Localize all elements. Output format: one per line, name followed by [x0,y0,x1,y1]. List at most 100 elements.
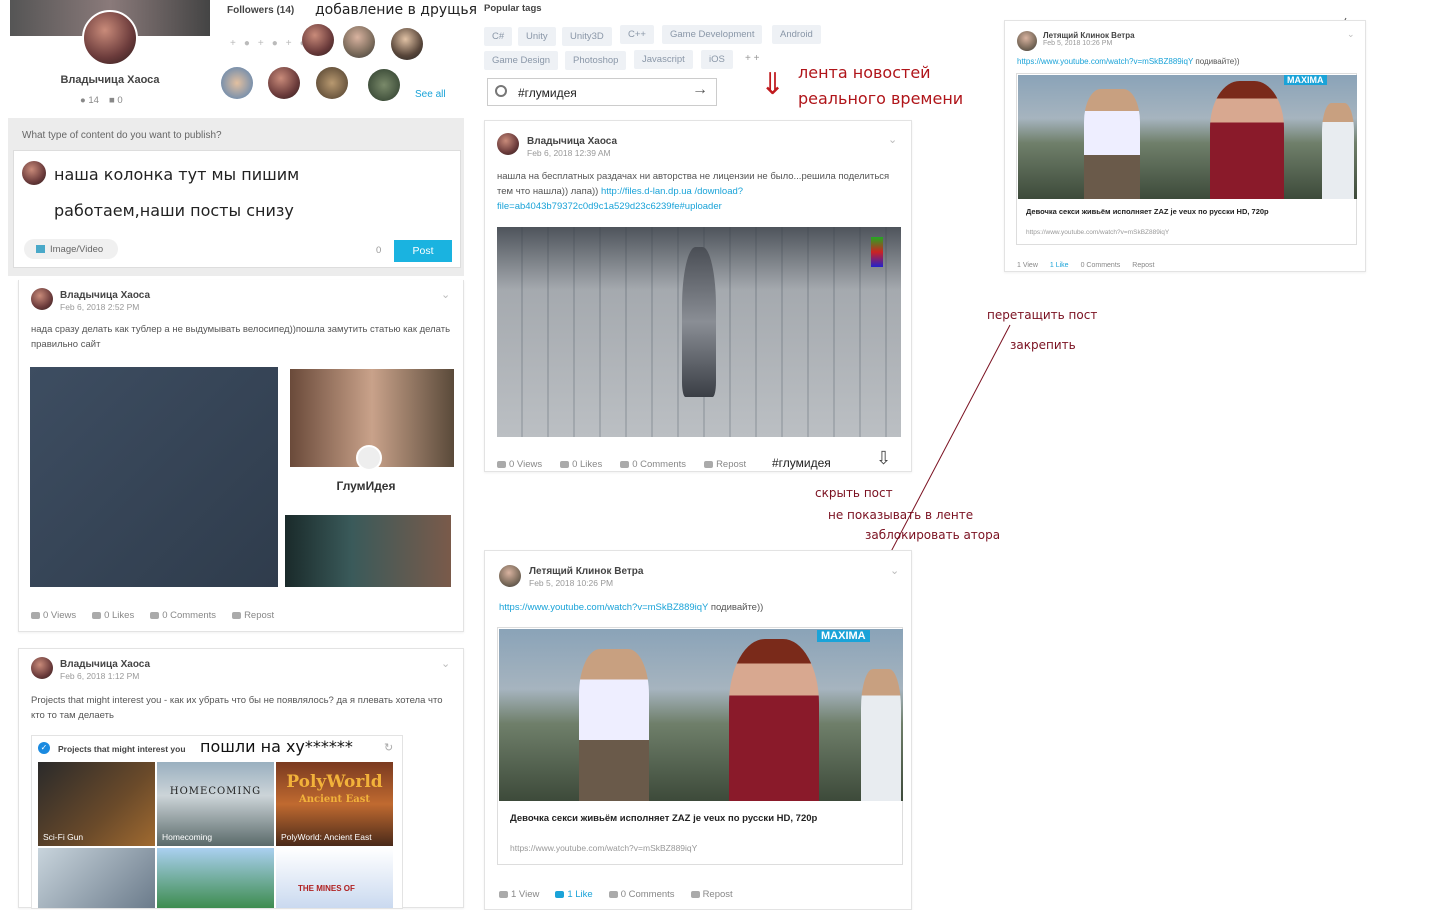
likes-stat[interactable]: 0 Likes [92,610,134,621]
screenshot-avatar [356,445,382,471]
follower-avatar[interactable] [391,28,423,60]
tag-chip[interactable]: iOS [701,50,733,69]
screenshot-photo-2 [285,515,451,587]
comments-stat[interactable]: 0 Comments [150,610,216,621]
repost-button[interactable]: Repost [690,889,733,900]
author-avatar[interactable] [31,288,53,310]
follower-avatar[interactable] [268,67,300,99]
refresh-icon[interactable]: ↻ [384,741,393,754]
post-image[interactable] [497,227,901,437]
post-button[interactable]: Post [394,240,452,262]
comments-stat[interactable]: 0 Comments [1081,262,1121,269]
post-hashtag[interactable]: #глумидея [772,456,831,470]
post-date: Feb 5, 2018 10:26 PM [529,578,614,588]
screenshot-dark-panel [30,367,278,587]
eye-icon [497,461,506,468]
post-link[interactable]: https://www.youtube.com/watch?v=mSkBZ889… [1017,57,1193,66]
repost-icon [232,612,242,619]
comments-stat[interactable]: 0 Comments [620,459,686,470]
note-realtime-1: лента новостей [798,63,931,82]
repost-button[interactable]: Repost [1132,262,1154,269]
post-link[interactable]: https://www.youtube.com/watch?v=mSkBZ889… [499,602,708,613]
post-date: Feb 6, 2018 2:52 PM [60,302,140,312]
tag-chip[interactable]: Javascript [634,50,693,69]
author-avatar[interactable] [31,657,53,679]
composer-box[interactable]: наша колонка тут мы пишим работаем,наши … [13,150,461,268]
views-stat: 0 Views [497,459,542,470]
search-icon [495,85,507,97]
chevron-down-icon[interactable]: ⌄ [441,657,450,670]
post-date: Feb 6, 2018 1:12 PM [60,671,140,681]
profile-name[interactable]: Владычица Хаоса [40,74,180,86]
follower-avatar[interactable] [343,26,375,58]
tag-chip[interactable]: Unity3D [562,27,612,46]
post-date: Feb 5, 2018 10:26 PM [1043,40,1113,47]
follower-avatar[interactable] [302,24,334,56]
follower-avatar[interactable] [368,69,400,101]
post-author[interactable]: Летящий Клинок Ветра [1043,31,1135,40]
thumbs-up-icon [555,891,565,898]
more-tags-button[interactable]: + + [745,53,759,64]
author-avatar[interactable] [1017,31,1037,51]
project-tile[interactable]: Sci-Fi Gun [38,762,155,846]
post-stats: 1 View 1 Like 0 Comments Repost [499,889,733,900]
person-center [729,639,819,801]
repost-button[interactable]: Repost [704,459,746,470]
post-card: Летящий Клинок Ветра Feb 5, 2018 10:26 P… [1004,20,1366,272]
tag-chip[interactable]: C# [484,27,513,46]
likes-stat[interactable]: 0 Likes [560,459,602,470]
hashtag-search[interactable]: #глумидея → [487,78,717,106]
post-image[interactable]: ГлумИдея [30,367,454,587]
tag-chip[interactable]: Game Design [484,51,559,70]
post-author[interactable]: Летящий Клинок Ветра [529,566,643,577]
video-thumbnail[interactable]: MAXIMA [499,629,903,801]
repost-icon [704,461,714,468]
embed-title[interactable]: Девочка секси живьём исполняет ZAZ je ve… [1026,207,1269,216]
arrow-right-icon[interactable]: → [692,81,708,99]
tag-chip[interactable]: Game Development [662,25,763,44]
person-right [1322,103,1354,199]
post-author[interactable]: Владычица Хаоса [527,136,617,147]
add-user-icon[interactable]: +● [230,38,258,49]
likes-stat[interactable]: 1 Like [555,889,593,900]
chevron-down-icon[interactable]: ⌄ [888,133,897,146]
project-banner-sub: Ancient East [298,794,370,805]
chevron-down-icon[interactable]: ⌄ [441,288,450,301]
search-input[interactable]: #глумидея [518,86,577,100]
post-author[interactable]: Владычица Хаоса [60,290,150,301]
popular-tags-title: Popular tags [484,3,542,14]
profile-avatar[interactable] [82,10,138,66]
repost-button[interactable]: Repost [232,610,274,621]
embed-url: https://www.youtube.com/watch?v=mSkBZ889… [510,843,698,853]
project-tile[interactable]: HOMECOMING Homecoming [157,762,274,846]
follower-avatar[interactable] [316,67,348,99]
tag-chip[interactable]: Unity [518,27,556,46]
note-column-1: наша колонка тут мы пишим [54,165,300,184]
add-user-icon[interactable]: +● [258,38,286,49]
follower-avatar[interactable] [221,67,253,99]
see-all-link[interactable]: See all [415,89,446,100]
post-author[interactable]: Владычица Хаоса [60,659,150,670]
arrow-down-icon: ⇓ [760,68,786,101]
tag-chip[interactable]: C++ [620,25,654,44]
tag-chip[interactable]: Android [772,25,821,44]
author-avatar[interactable] [497,133,519,155]
chevron-down-icon[interactable]: ⌄ [1347,29,1355,40]
video-thumbnail[interactable]: MAXIMA [1018,75,1357,199]
project-banner: THE MINES OF [298,884,355,893]
chevron-down-icon[interactable]: ⌄ [890,564,899,577]
views-stat: 1 View [1017,262,1038,269]
author-avatar[interactable] [499,565,521,587]
likes-stat[interactable]: 1 Like [1050,262,1069,269]
embed-title[interactable]: Девочка секси живьём исполняет ZAZ je ve… [510,813,817,824]
project-tile[interactable]: PolyWorld Ancient East PolyWorld: Ancien… [276,762,393,846]
maxima-logo: MAXIMA [817,630,870,642]
video-embed[interactable]: MAXIMA Девочка секси живьём исполняет ZA… [497,627,903,865]
check-icon: ✓ [38,742,50,754]
person-left [579,649,649,801]
screenshot-title: ГлумИдея [336,479,396,493]
comments-stat[interactable]: 0 Comments [608,889,675,900]
tag-chip[interactable]: Photoshop [565,51,627,70]
video-embed[interactable]: MAXIMA Девочка секси живьём исполняет ZA… [1016,73,1357,245]
image-video-button[interactable]: Image/Video [24,239,118,259]
